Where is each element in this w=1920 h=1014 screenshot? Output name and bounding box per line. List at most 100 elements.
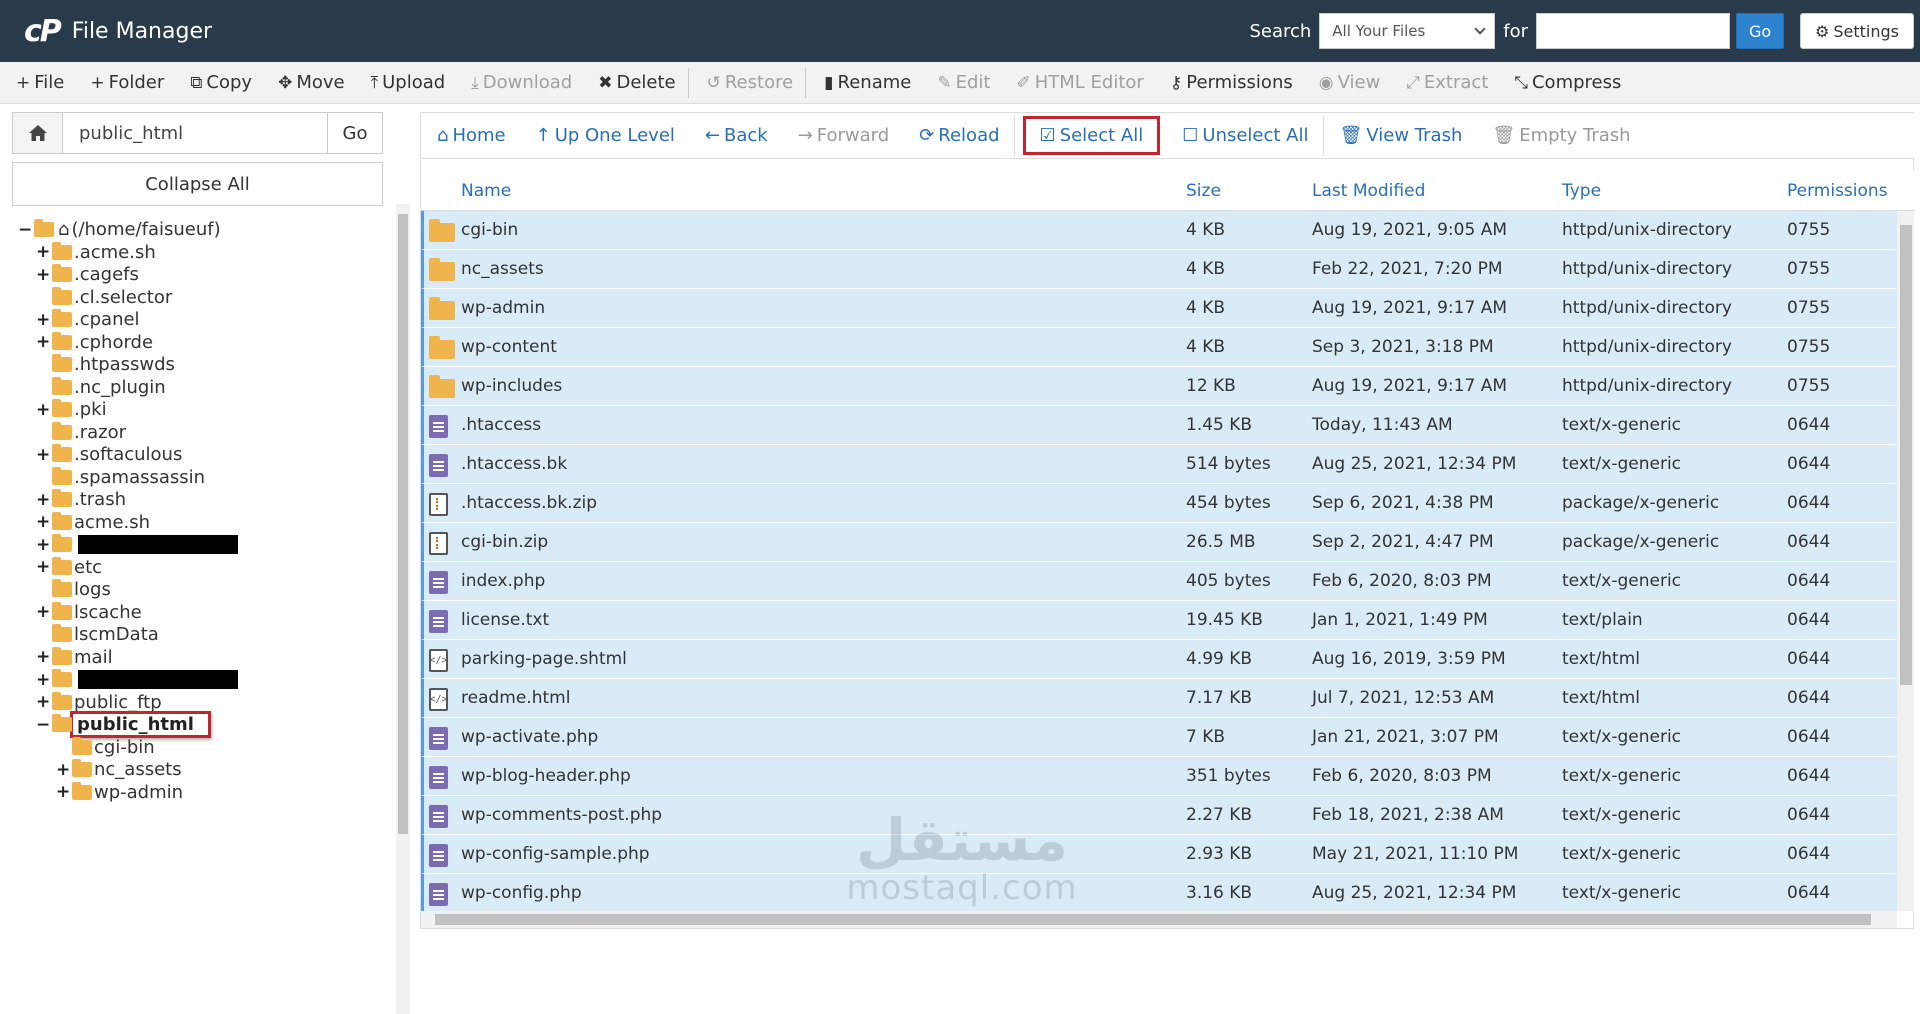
- file-list-panel: ⌂ Home ↑ Up One Level ← Back → Forward ⟳ Reload ☑ S…: [420, 112, 1915, 929]
- expand-icon: ⤢: [1406, 72, 1420, 93]
- expand-icon[interactable]: +: [36, 692, 50, 712]
- file-size: 2.93 KB: [1186, 844, 1253, 864]
- expand-icon[interactable]: +: [36, 310, 50, 330]
- table-row[interactable]: wp-config-sample.php 2.93 KB May 21, 2021,…: [421, 835, 1897, 874]
- toolbar-edit-button[interactable]: ✎ Edit: [937, 72, 990, 93]
- expand-icon[interactable]: +: [36, 445, 50, 465]
- expand-icon[interactable]: +: [36, 400, 50, 420]
- expand-icon[interactable]: +: [36, 265, 50, 285]
- expand-icon[interactable]: +: [36, 535, 50, 555]
- expand-icon[interactable]: +: [36, 242, 50, 262]
- toolbar-download-button[interactable]: ⤓ Download: [471, 72, 572, 93]
- toolbar-folder-button[interactable]: + Folder: [90, 72, 164, 93]
- tree-item-label: .cphorde: [74, 331, 154, 353]
- file-name: wp-activate.php: [461, 727, 599, 747]
- collapse-icon[interactable]: −: [36, 715, 50, 735]
- expand-icon[interactable]: +: [36, 557, 50, 577]
- nav-view-trash-button[interactable]: 🗑 View Trash: [1340, 125, 1463, 146]
- table-row[interactable]: wp-config.php 3.16 KB Aug 25, 2021, 12:34 …: [421, 874, 1897, 911]
- file-table-vertical-scroll-thumb[interactable]: [1900, 225, 1912, 685]
- table-row[interactable]: wp-blog-header.php 351 bytes Feb 6, 2020, …: [421, 757, 1897, 796]
- nav-forward-button[interactable]: → Forward: [798, 125, 889, 146]
- toolbar-compress-button[interactable]: ⤡ Compress: [1514, 72, 1621, 93]
- table-row[interactable]: </> readme.html 7.17 KB Jul 7, 2021, 12:53 …: [421, 679, 1897, 718]
- path-go-button[interactable]: Go: [327, 113, 382, 153]
- toolbar-restore-button[interactable]: ↺ Restore: [707, 72, 794, 93]
- nav-home-button[interactable]: ⌂ Home: [437, 125, 506, 146]
- search-go-button[interactable]: Go: [1736, 13, 1785, 49]
- expand-icon[interactable]: +: [36, 602, 50, 622]
- table-row[interactable]: .htaccess 1.45 KB Today, 11:43 AM text/x-ge…: [421, 406, 1897, 445]
- expand-icon[interactable]: +: [36, 670, 50, 690]
- expand-icon[interactable]: +: [36, 332, 50, 352]
- file-size: 19.45 KB: [1186, 610, 1263, 630]
- column-header-size[interactable]: Size: [1186, 181, 1221, 201]
- table-row[interactable]: wp-activate.php 7 KB Jan 21, 2021, 3:07 PM…: [421, 718, 1897, 757]
- folder-icon: [52, 421, 72, 440]
- nav-back-button[interactable]: ← Back: [705, 125, 768, 146]
- folder-icon: [429, 336, 455, 359]
- table-row[interactable]: cgi-bin 4 KB Aug 19, 2021, 9:05 AM httpd/un…: [421, 211, 1897, 250]
- search-input[interactable]: [1536, 13, 1731, 49]
- toolbar-view-button[interactable]: ◉ View: [1319, 72, 1381, 93]
- file-modified: Jul 7, 2021, 12:53 AM: [1312, 688, 1495, 708]
- nav-select-all-button[interactable]: ☑ Select All: [1040, 125, 1144, 146]
- tree-item-label: public_ftp: [74, 691, 162, 713]
- toolbar-html-editor-button[interactable]: ✐ HTML Editor: [1016, 72, 1143, 93]
- folder-icon: [52, 691, 72, 710]
- nav-up-one-level-button[interactable]: ↑ Up One Level: [536, 125, 675, 146]
- column-header-permissions[interactable]: Permissions: [1787, 181, 1888, 201]
- toolbar-item-label: Compress: [1531, 72, 1622, 93]
- table-row[interactable]: wp-content 4 KB Sep 3, 2021, 3:18 PM httpd/…: [421, 328, 1897, 367]
- toolbar-move-button[interactable]: ✥ Move: [278, 72, 345, 93]
- file-toolbar: + File + Folder ⧉ Copy ✥ Move ⤒ Upload ⤓ Download ✖ D…: [0, 62, 1920, 104]
- table-row[interactable]: wp-includes 12 KB Aug 19, 2021, 9:17 AM htt…: [421, 367, 1897, 406]
- collapse-icon[interactable]: −: [18, 220, 32, 240]
- table-row[interactable]: index.php 405 bytes Feb 6, 2020, 8:03 PM te…: [421, 562, 1897, 601]
- expand-icon[interactable]: +: [36, 647, 50, 667]
- toolbar-rename-button[interactable]: ▮ Rename: [824, 72, 911, 93]
- toolbar-copy-button[interactable]: ⧉ Copy: [190, 72, 252, 93]
- table-row[interactable]: license.txt 19.45 KB Jan 1, 2021, 1:49 PM t…: [421, 601, 1897, 640]
- folder-open-icon: [34, 219, 54, 237]
- table-row[interactable]: </> parking-page.shtml 4.99 KB Aug 16, 2019…: [421, 640, 1897, 679]
- toolbar-file-button[interactable]: + File: [16, 72, 64, 93]
- file-size: 4 KB: [1186, 298, 1226, 318]
- nav-empty-trash-button[interactable]: 🗑 Empty Trash: [1492, 125, 1630, 146]
- tree-item[interactable]: + wp-admin: [56, 779, 183, 806]
- file-modified: Aug 25, 2021, 12:34 PM: [1312, 454, 1517, 474]
- cpanel-logo[interactable]: cP File Manager: [24, 14, 212, 49]
- expand-icon[interactable]: +: [56, 760, 70, 780]
- expand-icon[interactable]: +: [56, 782, 70, 802]
- expand-icon[interactable]: +: [36, 512, 50, 532]
- search-scope-select[interactable]: All Your Files: [1319, 13, 1496, 49]
- collapse-all-button[interactable]: Collapse All: [12, 162, 383, 206]
- arrow-up-icon: ↑: [535, 125, 551, 146]
- sidebar-scrollbar-thumb[interactable]: [398, 214, 408, 834]
- file-name: cgi-bin.zip: [461, 532, 549, 552]
- table-row[interactable]: cgi-bin.zip 26.5 MB Sep 2, 2021, 4:47 PM pa…: [421, 523, 1897, 562]
- folder-icon: [52, 241, 72, 260]
- table-row[interactable]: .htaccess.bk.zip 454 bytes Sep 6, 2021, 4:…: [421, 484, 1897, 523]
- toolbar-item-label: Download: [482, 72, 573, 93]
- column-header-type[interactable]: Type: [1562, 181, 1601, 201]
- file-icon-wrapper: [429, 297, 455, 320]
- navigation-bar: ⌂ Home ↑ Up One Level ← Back → Forward ⟳ Reload ☑ S…: [421, 113, 1915, 159]
- toolbar-delete-button[interactable]: ✖ Delete: [598, 72, 675, 93]
- nav-unselect-all-button[interactable]: ☐ Unselect All: [1182, 125, 1308, 146]
- toolbar-permissions-button[interactable]: ⚷ Permissions: [1170, 72, 1293, 93]
- path-input[interactable]: public_html: [63, 113, 327, 153]
- toolbar-upload-button[interactable]: ⤒ Upload: [371, 72, 446, 93]
- toolbar-extract-button[interactable]: ⤢ Extract: [1406, 72, 1488, 93]
- table-row[interactable]: nc_assets 4 KB Feb 22, 2021, 7:20 PM httpd/…: [421, 250, 1897, 289]
- table-row[interactable]: wp-comments-post.php 2.27 KB Feb 18, 2021,…: [421, 796, 1897, 835]
- file-table-horizontal-scroll-thumb[interactable]: [435, 914, 1871, 925]
- column-header-last-modified[interactable]: Last Modified: [1312, 181, 1425, 201]
- path-home-button[interactable]: [13, 113, 63, 153]
- column-header-name[interactable]: Name: [461, 181, 511, 201]
- expand-icon[interactable]: +: [36, 490, 50, 510]
- settings-button[interactable]: ⚙ Settings: [1800, 13, 1914, 49]
- table-row[interactable]: .htaccess.bk 514 bytes Aug 25, 2021, 12:34…: [421, 445, 1897, 484]
- nav-reload-button[interactable]: ⟳ Reload: [919, 125, 999, 146]
- table-row[interactable]: wp-admin 4 KB Aug 19, 2021, 9:17 AM httpd/u…: [421, 289, 1897, 328]
